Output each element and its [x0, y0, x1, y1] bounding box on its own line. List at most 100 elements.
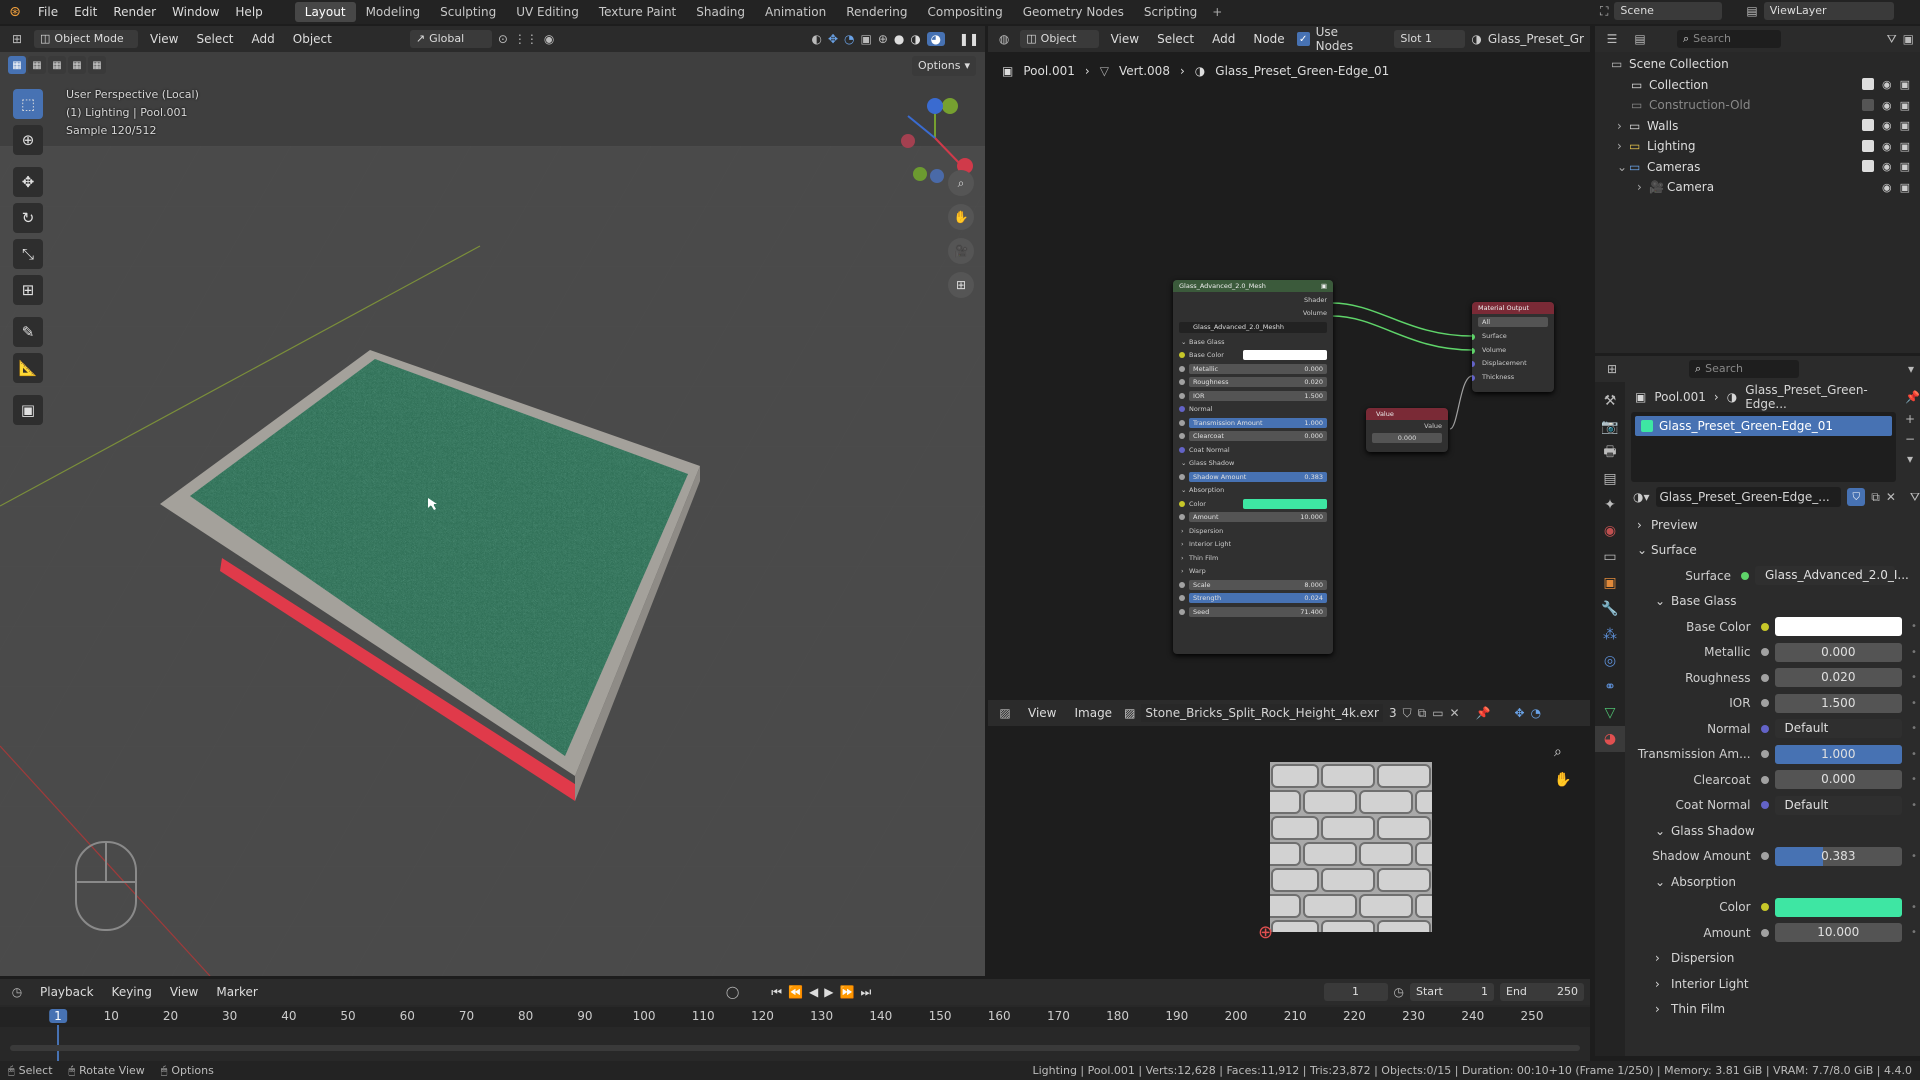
preview-panel-header[interactable]: › Preview — [1631, 512, 1920, 538]
transform-orientation[interactable]: ↗ Global — [409, 30, 492, 48]
select-invert-icon[interactable]: ▦ — [68, 56, 86, 74]
unlink-image-icon[interactable]: ✕ — [1450, 706, 1460, 720]
render-camera-icon[interactable]: ▣ — [1900, 140, 1910, 153]
scale-tool-icon[interactable]: ⤡ — [13, 239, 43, 269]
particles-tab-icon[interactable]: ⁂ — [1595, 622, 1625, 648]
material-slot-list[interactable]: Glass_Preset_Green-Edge_01 + − ▾ — [1631, 412, 1920, 482]
node-input-field[interactable]: Roughness 0.020 — [1173, 376, 1333, 390]
node-input-field[interactable]: Shadow Amount 0.383 — [1173, 470, 1333, 484]
socket-icon[interactable] — [1760, 673, 1769, 682]
shading-solid-icon[interactable]: ● — [894, 32, 904, 46]
node-value-field[interactable]: Seed 71.400 — [1189, 606, 1327, 617]
node-input-field[interactable]: Seed 71.400 — [1173, 605, 1333, 619]
image-name-field[interactable]: Stone_Bricks_Split_Rock_Height_4k.exr — [1141, 704, 1383, 722]
value-slider[interactable]: 1.500 — [1774, 693, 1903, 713]
keyframe-dot-icon[interactable]: • — [1908, 647, 1920, 658]
material-slot-item[interactable]: Glass_Preset_Green-Edge_01 — [1635, 416, 1892, 436]
exclude-checkbox[interactable] — [1861, 78, 1874, 91]
timeline-area[interactable]: ◷ Playback Keying View Marker ◯ ⏮ ⏪ ◀ ▶ … — [0, 979, 1590, 1061]
mode-selector[interactable]: ◫ Object Mode — [34, 30, 138, 48]
image-editor-type-icon[interactable]: ▨ — [994, 706, 1016, 720]
material-name-field[interactable]: Glass_Preset_Green-Edge_... — [1655, 487, 1842, 507]
annotate-tool-icon[interactable]: ✎ — [13, 317, 43, 347]
tab-modeling[interactable]: Modeling — [356, 2, 431, 22]
image-menu-image[interactable]: Image — [1068, 706, 1118, 720]
object-tab-icon[interactable]: ▣ — [1595, 570, 1625, 596]
node-value-field[interactable]: Metallic 0.000 — [1189, 363, 1327, 374]
chevron-down-icon[interactable]: ⌄ — [1617, 160, 1629, 174]
outliner-type-icon[interactable]: ☰ — [1601, 32, 1623, 46]
material-output-node[interactable]: Material Output All Surface Volume Displac… — [1472, 302, 1554, 392]
tab-layout[interactable]: Layout — [294, 2, 356, 22]
node-value-field[interactable]: Transmission Amount 1.000 — [1189, 417, 1327, 428]
value-slider[interactable]: 0.383 — [1774, 846, 1903, 866]
linked-value-field[interactable]: Default — [1774, 719, 1903, 739]
socket-icon[interactable] — [1760, 648, 1769, 657]
play-icon[interactable]: ▶ — [824, 985, 833, 999]
slot-menu-icon[interactable]: ▾ — [1907, 452, 1913, 466]
material-filter-icon[interactable]: ⛛ — [1910, 490, 1920, 505]
outliner-item[interactable]: ⌄ ▭ Cameras ◉ ▣ — [1595, 157, 1920, 178]
properties-subpanel-header[interactable]: ⌄ Glass Shadow — [1631, 818, 1920, 844]
xray-icon[interactable]: ▣ — [861, 32, 872, 46]
outliner-search[interactable]: ⌕ Search — [1677, 30, 1781, 48]
select-intersect-icon[interactable]: ▦ — [88, 56, 106, 74]
socket-icon[interactable] — [1760, 622, 1769, 631]
outliner-item[interactable]: › ▭ Walls ◉ ▣ — [1595, 116, 1920, 137]
value-node-field[interactable]: 0.000 — [1372, 433, 1442, 443]
render-camera-icon[interactable]: ▣ — [1900, 119, 1910, 132]
shading-rendered-icon[interactable]: ◕ — [926, 32, 945, 46]
node-value-field[interactable]: IOR 1.500 — [1189, 390, 1327, 401]
socket-icon[interactable] — [1760, 724, 1769, 733]
node-color-swatch[interactable] — [1243, 350, 1327, 361]
value-slider[interactable]: 1.000 — [1774, 744, 1903, 764]
timeline-ruler[interactable]: 1 10 20 30 40 50 60 70 80 90 100 110 120 130 140 150 160… — [0, 1007, 1590, 1061]
properties-subpanel-header[interactable]: › Thin Film — [1631, 997, 1920, 1023]
tab-rendering[interactable]: Rendering — [836, 2, 917, 22]
shading-wire-icon[interactable]: ⊕ — [878, 32, 888, 46]
socket-icon[interactable] — [1760, 903, 1769, 912]
display-mode-icon[interactable]: ▤ — [1629, 32, 1651, 46]
eye-icon[interactable]: ◉ — [1882, 160, 1892, 173]
viewport-menu-select[interactable]: Select — [190, 32, 239, 46]
value-slider[interactable]: 10.000 — [1774, 923, 1903, 943]
material-browse-icon[interactable]: ◑▾ — [1633, 490, 1650, 504]
exclude-checkbox[interactable] — [1861, 160, 1874, 173]
auto-keying-icon[interactable]: ◯ — [726, 985, 739, 999]
keyframe-dot-icon[interactable]: • — [1908, 927, 1920, 938]
keyframe-dot-icon[interactable]: • — [1908, 749, 1920, 760]
keyframe-dot-icon[interactable]: • — [1908, 851, 1920, 862]
render-camera-icon[interactable]: ▣ — [1900, 99, 1910, 112]
stone-bricks-texture[interactable] — [1270, 762, 1432, 932]
exclude-checkbox[interactable] — [1861, 98, 1874, 111]
keyframe-dot-icon[interactable]: • — [1908, 902, 1920, 913]
image-users-count[interactable]: 3 — [1389, 706, 1397, 720]
socket-icon[interactable] — [1760, 928, 1769, 937]
timeline-type-icon[interactable]: ◷ — [6, 985, 28, 999]
linked-value-field[interactable]: Default — [1774, 795, 1903, 815]
socket-icon[interactable] — [1760, 699, 1769, 708]
duplicate-image-icon[interactable]: ⧉ — [1418, 706, 1427, 721]
tab-scripting[interactable]: Scripting — [1134, 2, 1207, 22]
node-editor-area[interactable]: ◍ ◫ Object View Select Add Node ✓ Use Nod… — [988, 26, 1590, 697]
visibility-icon[interactable]: ◐ — [811, 32, 821, 46]
outliner-item[interactable]: ▭ Construction-Old ◉ ▣ — [1595, 95, 1920, 116]
outliner-item[interactable]: ▭ Collection ◉ ▣ — [1595, 75, 1920, 96]
world-tab-icon[interactable]: ◉ — [1595, 518, 1625, 544]
shading-material-icon[interactable]: ◑ — [910, 32, 920, 46]
output-tab-icon[interactable]: 🖶 — [1595, 440, 1625, 466]
collection-tab-icon[interactable]: ▭ — [1595, 544, 1625, 570]
end-frame-field[interactable]: End 250 — [1500, 983, 1584, 1001]
surface-panel-header[interactable]: ⌄ Surface — [1631, 538, 1920, 564]
node-value-field[interactable]: Roughness 0.020 — [1189, 377, 1327, 388]
image-overlay-icon[interactable]: ◔ — [1531, 706, 1541, 720]
properties-search[interactable]: ⌕ Search — [1689, 360, 1799, 378]
start-frame-field[interactable]: Start 1 — [1410, 983, 1494, 1001]
menu-window[interactable]: Window — [164, 0, 227, 24]
render-camera-icon[interactable]: ▣ — [1900, 78, 1910, 91]
group-node-header[interactable]: Glass_Advanced_2.0_Mesh ▣ — [1173, 280, 1333, 292]
tab-geometry-nodes[interactable]: Geometry Nodes — [1013, 2, 1134, 22]
exclude-checkbox[interactable] — [1861, 119, 1874, 132]
viewport-menu-view[interactable]: View — [144, 32, 184, 46]
gizmo-icon[interactable]: ✥ — [828, 32, 838, 46]
